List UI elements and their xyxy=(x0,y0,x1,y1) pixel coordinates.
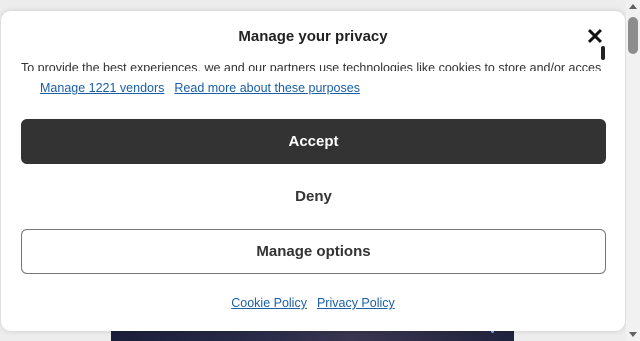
page-scrollbar[interactable] xyxy=(626,0,640,341)
dialog-description: To provide the best experiences, we and … xyxy=(21,61,601,71)
close-icon[interactable] xyxy=(584,26,606,48)
scroll-up-arrow-icon[interactable] xyxy=(629,4,637,9)
manage-options-button[interactable]: Manage options xyxy=(21,229,606,274)
manage-vendors-link[interactable]: Manage 1221 vendors xyxy=(40,81,164,95)
scroll-down-arrow-icon[interactable] xyxy=(629,332,637,337)
dialog-scroll-thumb[interactable] xyxy=(601,46,605,60)
vendor-links: Manage 1221 vendors Read more about these… xyxy=(40,81,360,95)
read-purposes-link[interactable]: Read more about these purposes xyxy=(174,81,360,95)
description-container: To provide the best experiences, we and … xyxy=(21,59,601,71)
policy-links: Cookie Policy Privacy Policy xyxy=(1,296,625,310)
privacy-dialog: Manage your privacy To provide the best … xyxy=(1,11,625,331)
accept-button[interactable]: Accept xyxy=(21,119,606,164)
deny-button[interactable]: Deny xyxy=(21,174,606,219)
cookie-policy-link[interactable]: Cookie Policy xyxy=(231,296,307,310)
privacy-policy-link[interactable]: Privacy Policy xyxy=(317,296,395,310)
scrollbar-thumb[interactable] xyxy=(628,17,638,54)
dialog-title: Manage your privacy xyxy=(238,28,388,45)
